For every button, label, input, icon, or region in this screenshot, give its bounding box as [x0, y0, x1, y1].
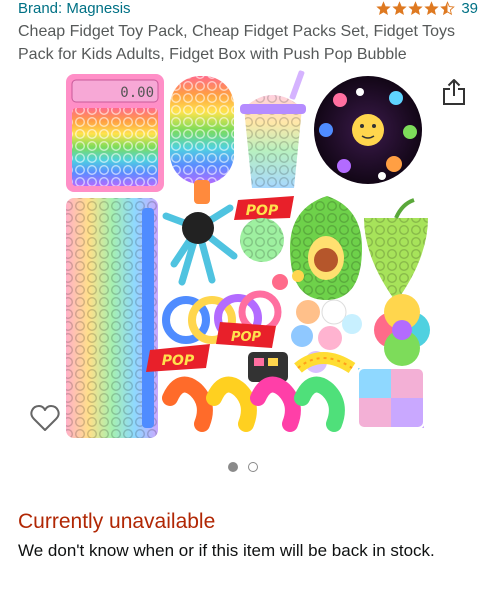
svg-text:POP: POP: [231, 330, 262, 345]
star-icon: [408, 1, 423, 16]
carousel-dot[interactable]: [248, 462, 258, 472]
star-icon: [376, 1, 391, 16]
product-header: Brand: Magnesis 39: [18, 0, 478, 18]
svg-text:POP: POP: [162, 353, 195, 369]
rating-summary[interactable]: 39: [376, 0, 478, 17]
availability-message: We don't know when or if this item will …: [18, 541, 435, 560]
half-star-icon: [440, 1, 456, 16]
star-rating: [376, 1, 456, 16]
svg-text:POP: POP: [246, 203, 279, 219]
star-icon: [392, 1, 407, 16]
svg-text:0.00: 0.00: [120, 85, 154, 101]
brand-link[interactable]: Brand: Magnesis: [18, 0, 131, 17]
share-icon[interactable]: [441, 78, 467, 106]
availability-status: Currently unavailable: [18, 510, 216, 533]
product-image[interactable]: 0.00 POP POP POP: [62, 68, 434, 440]
carousel-dot-active[interactable]: [228, 462, 238, 472]
star-icon: [424, 1, 439, 16]
heart-icon[interactable]: [30, 404, 60, 432]
product-title: Cheap Fidget Toy Pack, Cheap Fidget Pack…: [18, 23, 455, 63]
image-carousel-indicator: [228, 462, 258, 472]
review-count-link[interactable]: 39: [461, 0, 478, 17]
fidget-toy-pack-illustration: 0.00 POP POP POP: [66, 70, 430, 438]
